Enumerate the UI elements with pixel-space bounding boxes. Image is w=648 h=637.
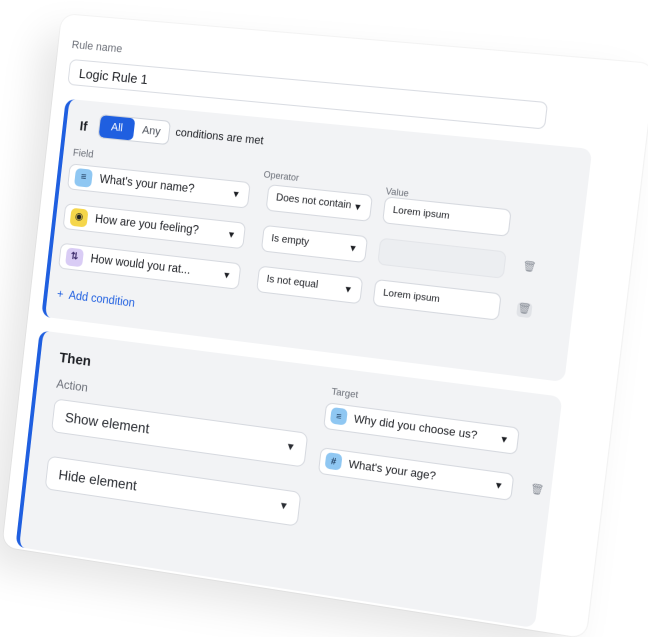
chevron-down-icon: ▼ <box>231 188 241 200</box>
field-select[interactable]: ◉ How are you feeling? ▼ <box>62 203 247 250</box>
operator-select[interactable]: Does not contain ▼ <box>265 184 373 222</box>
action-select[interactable]: Show element ▼ <box>51 398 309 468</box>
chevron-down-icon: ▼ <box>278 500 290 513</box>
delete-action-icon[interactable]: 🗑 <box>529 482 546 499</box>
chevron-down-icon: ▼ <box>493 479 504 492</box>
value-input[interactable]: Lorem ipsum <box>372 278 502 321</box>
if-panel: If All Any conditions are met Field Oper… <box>41 98 593 383</box>
field-select-value: What's your name? <box>98 173 195 196</box>
operator-select-value: Is not equal <box>265 273 319 291</box>
target-select-value: Why did you choose us? <box>353 413 478 443</box>
action-select-value: Show element <box>64 408 151 437</box>
chevron-down-icon: ▼ <box>284 441 297 454</box>
field-select[interactable]: ≡ What's your name? ▼ <box>66 163 251 209</box>
target-select-value: What's your age? <box>347 458 437 483</box>
field-select-value: How are you feeling? <box>94 213 200 238</box>
chevron-down-icon: ▼ <box>342 283 354 295</box>
operator-column-label: Operator <box>263 169 300 184</box>
value-input[interactable] <box>377 237 507 279</box>
field-select-value: How would you rat... <box>89 253 191 277</box>
then-title: Then <box>58 348 92 369</box>
delete-condition-icon[interactable]: 🗑 <box>516 301 533 319</box>
then-panel: Then Action Target Show element ▼ ≡ Why … <box>15 330 563 629</box>
text-icon: ≡ <box>74 168 93 188</box>
operator-select[interactable]: Is not equal ▼ <box>256 265 364 305</box>
add-condition-label: Add condition <box>68 289 136 310</box>
operator-select-value: Does not contain <box>275 192 352 212</box>
action-select-value: Hide element <box>57 466 138 494</box>
operator-select[interactable]: Is empty ▼ <box>260 224 369 264</box>
match-all-button[interactable]: All <box>98 115 136 141</box>
chevron-down-icon: ▼ <box>347 242 359 254</box>
target-select[interactable]: # What's your age? ▼ <box>317 447 515 502</box>
rule-name-label: Rule name <box>71 39 123 56</box>
sort-icon: ⇅ <box>65 247 85 268</box>
chevron-down-icon: ▼ <box>221 269 232 281</box>
match-any-button[interactable]: Any <box>133 118 170 144</box>
eye-icon: ◉ <box>69 207 89 228</box>
target-select[interactable]: ≡ Why did you choose us? ▼ <box>323 402 520 455</box>
conditions-text: conditions are met <box>174 126 265 148</box>
text-icon: ≡ <box>329 407 348 426</box>
add-condition-button[interactable]: + Add condition <box>56 288 135 309</box>
chevron-down-icon: ▼ <box>498 433 510 446</box>
target-column-label: Target <box>330 386 359 402</box>
action-column-label: Action <box>55 376 89 395</box>
operator-select-value: Is empty <box>270 232 310 249</box>
chevron-down-icon: ▼ <box>352 201 363 213</box>
match-toggle: All Any <box>97 114 171 146</box>
stage: Rule name Logic Rule 1 If All Any condit… <box>0 0 648 637</box>
value-input[interactable]: Lorem ipsum <box>382 196 512 237</box>
if-label: If <box>78 118 89 134</box>
action-select[interactable]: Hide element ▼ <box>44 455 302 527</box>
delete-condition-icon[interactable]: 🗑 <box>521 260 538 276</box>
hash-icon: # <box>324 452 343 471</box>
chevron-down-icon: ▼ <box>226 229 237 241</box>
logic-rule-card: Rule name Logic Rule 1 If All Any condit… <box>2 14 648 637</box>
plus-icon: + <box>56 288 65 302</box>
field-column-label: Field <box>72 147 95 161</box>
